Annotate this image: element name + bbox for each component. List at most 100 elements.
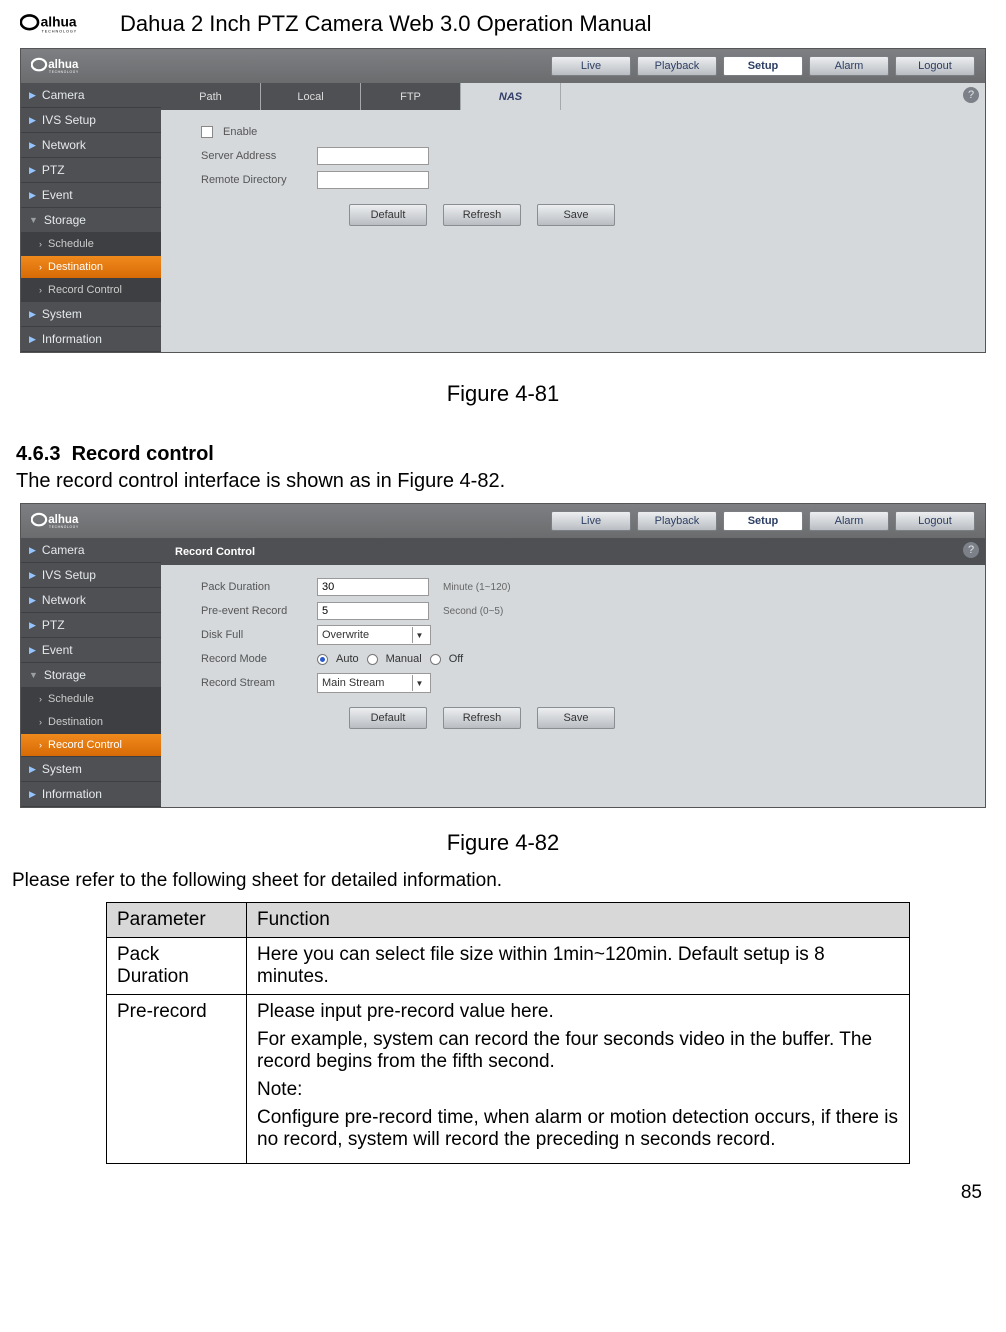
td-function: Please input pre-record value here. For …: [247, 995, 910, 1164]
sidebar-item-schedule[interactable]: ›Schedule: [21, 233, 161, 256]
preevent-input[interactable]: [317, 602, 429, 620]
td-parameter: Pack Duration: [107, 938, 247, 995]
nav-playback-button[interactable]: Playback: [637, 56, 717, 76]
th-function: Function: [247, 903, 910, 938]
parameter-table: Parameter Function Pack Duration Here yo…: [106, 902, 910, 1164]
sidebar-label: Schedule: [48, 238, 94, 250]
sidebar-item-event[interactable]: ▶Event: [21, 638, 161, 663]
sidebar-item-record-control[interactable]: ›Record Control: [21, 734, 161, 757]
sidebar-item-schedule[interactable]: ›Schedule: [21, 688, 161, 711]
chevron-right-icon: ▶: [29, 190, 36, 201]
sidebar-item-storage[interactable]: ▼Storage: [21, 663, 161, 688]
chevron-right-icon: ▶: [29, 140, 36, 151]
sidebar: ▶Camera ▶IVS Setup ▶Network ▶PTZ ▶Event …: [21, 538, 161, 807]
sidebar-item-network[interactable]: ▶Network: [21, 133, 161, 158]
preevent-label: Pre-event Record: [201, 605, 307, 617]
form-area: Enable Server Address Remote Directory D…: [161, 110, 985, 226]
tab-ftp[interactable]: FTP: [361, 83, 461, 110]
top-nav: Live Playback Setup Alarm Logout: [551, 56, 975, 76]
default-button[interactable]: Default: [349, 707, 427, 729]
nav-alarm-button[interactable]: Alarm: [809, 56, 889, 76]
chevron-right-icon: ▶: [29, 789, 36, 800]
record-stream-select[interactable]: Main Stream ▼: [317, 673, 431, 693]
chevron-right-icon: ▶: [29, 334, 36, 345]
tab-local[interactable]: Local: [261, 83, 361, 110]
sidebar-item-network[interactable]: ▶Network: [21, 588, 161, 613]
paragraph: Please input pre-record value here.: [257, 1001, 899, 1023]
svg-text:TECHNOLOGY: TECHNOLOGY: [49, 70, 79, 74]
help-icon[interactable]: ?: [963, 542, 979, 558]
sidebar-item-information[interactable]: ▶Information: [21, 782, 161, 807]
nav-live-button[interactable]: Live: [551, 511, 631, 531]
sidebar-label: Record Control: [48, 284, 122, 296]
chevron-right-icon: ▶: [29, 165, 36, 176]
th-parameter: Parameter: [107, 903, 247, 938]
doc-header: alhua TECHNOLOGY Dahua 2 Inch PTZ Camera…: [10, 0, 996, 44]
enable-checkbox[interactable]: [201, 126, 213, 138]
svg-text:alhua: alhua: [48, 514, 79, 526]
radio-auto[interactable]: [317, 654, 328, 665]
sidebar-item-camera[interactable]: ▶Camera: [21, 538, 161, 563]
tab-nas[interactable]: NAS: [461, 83, 561, 110]
app-topbar: alhua TECHNOLOGY Live Playback Setup Ala…: [21, 504, 985, 538]
figure-caption-481: Figure 4-81: [10, 381, 996, 407]
sidebar-item-ptz[interactable]: ▶PTZ: [21, 158, 161, 183]
chevron-right-icon: ▶: [29, 309, 36, 320]
server-address-input[interactable]: [317, 147, 429, 165]
save-button[interactable]: Save: [537, 707, 615, 729]
sidebar-item-ivs[interactable]: ▶IVS Setup: [21, 563, 161, 588]
td-parameter: Pre-record: [107, 995, 247, 1164]
default-button[interactable]: Default: [349, 204, 427, 226]
chevron-down-icon: ▼: [412, 627, 426, 643]
nav-playback-button[interactable]: Playback: [637, 511, 717, 531]
alhua-logo-small-icon: alhua TECHNOLOGY: [31, 55, 103, 77]
tab-path[interactable]: Path: [161, 83, 261, 110]
help-icon[interactable]: ?: [963, 87, 979, 103]
radio-manual[interactable]: [367, 654, 378, 665]
sidebar-item-destination[interactable]: ›Destination: [21, 711, 161, 734]
paragraph: For example, system can record the four …: [257, 1029, 899, 1073]
nav-setup-button[interactable]: Setup: [723, 56, 803, 76]
sidebar: ▶Camera ▶IVS Setup ▶Network ▶PTZ ▶Event …: [21, 83, 161, 352]
chevron-right-icon: ›: [39, 285, 42, 295]
radio-off[interactable]: [430, 654, 441, 665]
sidebar-item-event[interactable]: ▶Event: [21, 183, 161, 208]
disk-full-select[interactable]: Overwrite ▼: [317, 625, 431, 645]
nav-setup-button[interactable]: Setup: [723, 511, 803, 531]
sidebar-item-camera[interactable]: ▶Camera: [21, 83, 161, 108]
nav-logout-button[interactable]: Logout: [895, 511, 975, 531]
chevron-right-icon: ▶: [29, 115, 36, 126]
chevron-right-icon: ›: [39, 717, 42, 727]
screenshot-nas: alhua TECHNOLOGY Live Playback Setup Ala…: [20, 48, 986, 353]
sidebar-item-ivs[interactable]: ▶ IVS Setup: [21, 108, 161, 133]
sidebar-item-ptz[interactable]: ▶PTZ: [21, 613, 161, 638]
refresh-button[interactable]: Refresh: [443, 204, 521, 226]
pack-duration-label: Pack Duration: [201, 581, 307, 593]
sidebar-item-record-control[interactable]: › Record Control: [21, 279, 161, 302]
doc-title: Dahua 2 Inch PTZ Camera Web 3.0 Operatio…: [120, 11, 652, 37]
app-topbar: alhua TECHNOLOGY Live Playback Setup Ala…: [21, 49, 985, 83]
form-area: Pack Duration Minute (1~120) Pre-event R…: [161, 565, 985, 729]
sidebar-item-information[interactable]: ▶Information: [21, 327, 161, 352]
sidebar-item-storage[interactable]: ▼Storage: [21, 208, 161, 233]
save-button[interactable]: Save: [537, 204, 615, 226]
brand-logo: alhua TECHNOLOGY: [20, 8, 106, 40]
pack-duration-input[interactable]: [317, 578, 429, 596]
sidebar-item-destination[interactable]: ›Destination: [21, 256, 161, 279]
sidebar-item-system[interactable]: ▶ System: [21, 302, 161, 327]
nav-alarm-button[interactable]: Alarm: [809, 511, 889, 531]
remote-directory-input[interactable]: [317, 171, 429, 189]
alhua-logo-icon: alhua TECHNOLOGY: [20, 8, 106, 40]
sidebar-label: System: [42, 307, 82, 321]
sidebar-label: Network: [42, 593, 86, 607]
record-stream-label: Record Stream: [201, 677, 307, 689]
refresh-button[interactable]: Refresh: [443, 707, 521, 729]
chevron-right-icon: ▶: [29, 570, 36, 581]
sidebar-label: IVS Setup: [42, 113, 96, 127]
radio-label: Auto: [336, 653, 359, 665]
nav-logout-button[interactable]: Logout: [895, 56, 975, 76]
sidebar-label: Record Control: [48, 739, 122, 751]
sidebar-item-system[interactable]: ▶System: [21, 757, 161, 782]
nav-live-button[interactable]: Live: [551, 56, 631, 76]
td-function: Here you can select file size within 1mi…: [247, 938, 910, 995]
